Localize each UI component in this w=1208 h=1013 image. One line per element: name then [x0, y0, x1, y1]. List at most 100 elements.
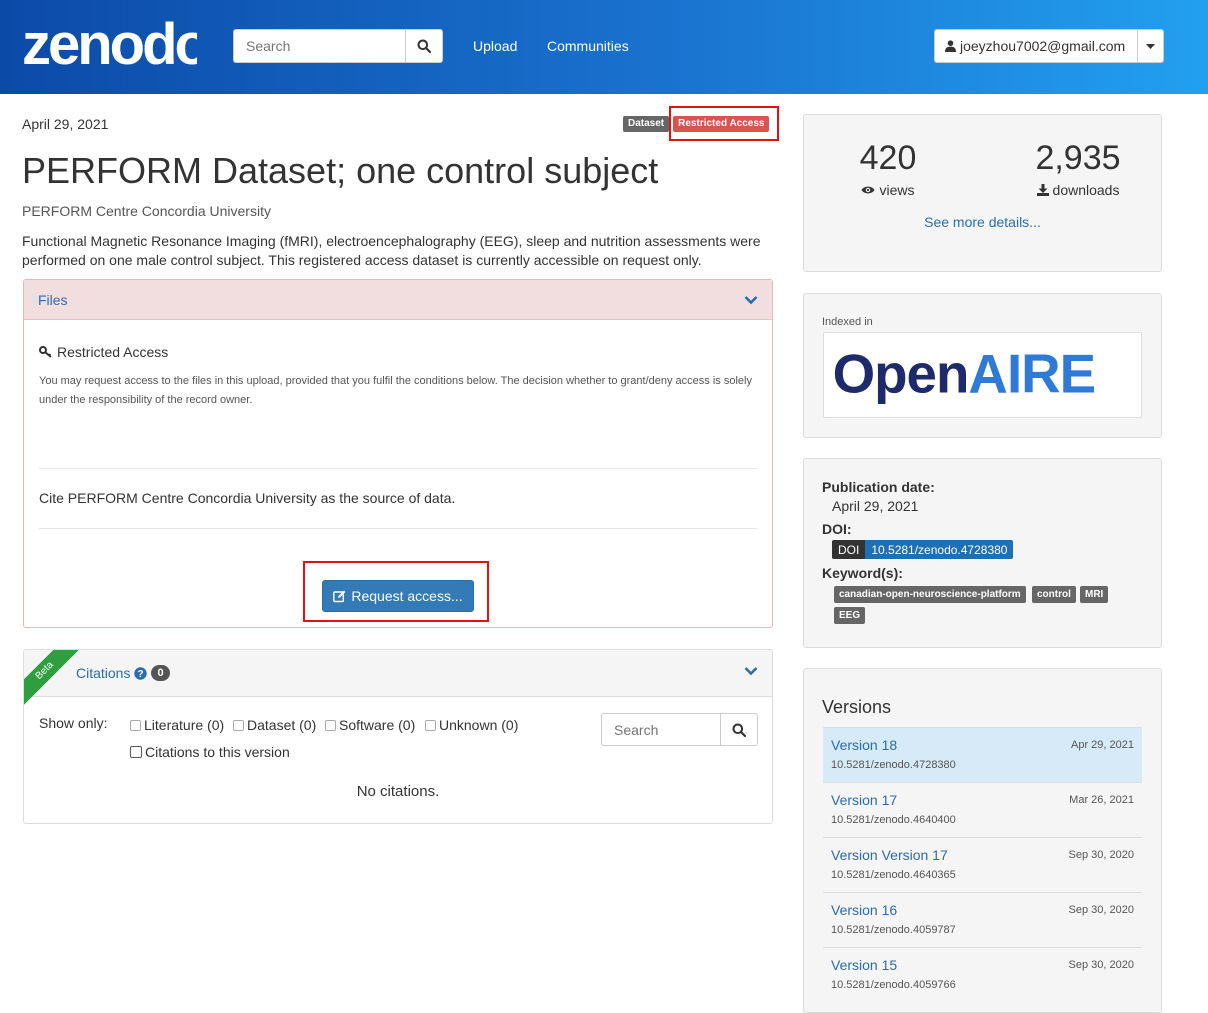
filter-software[interactable]: Software (0) — [325, 717, 415, 733]
citations-panel-header[interactable]: Beta Citations ? 0 — [24, 650, 772, 710]
keyword-badge[interactable]: MRI — [1080, 586, 1109, 603]
files-heading[interactable]: Files — [38, 292, 68, 308]
openaire-logo[interactable]: OpenAIRE — [823, 332, 1142, 418]
citations-search — [601, 713, 758, 746]
keywords-label: Keyword(s): — [822, 565, 903, 581]
version-doi: 10.5281/zenodo.4059787 — [831, 924, 956, 936]
help-icon[interactable]: ? — [134, 666, 148, 680]
version-doi: 10.5281/zenodo.4640365 — [831, 869, 956, 881]
version-date: Sep 30, 2020 — [1068, 849, 1134, 861]
svg-text:OpenAIRE: OpenAIRE — [833, 343, 1096, 405]
stats-box: 420 views 2,935 downloads See more detai… — [803, 114, 1162, 272]
no-citations-message: No citations. — [356, 783, 440, 800]
keyword-badge[interactable]: control — [1032, 586, 1076, 603]
highlight-annotation — [669, 106, 779, 141]
downloads-count: 2,935 — [1035, 139, 1121, 177]
search-icon — [417, 39, 431, 53]
search-icon — [732, 723, 746, 737]
nav-communities-link[interactable]: Communities — [547, 38, 629, 54]
filter-dataset[interactable]: Dataset (0) — [233, 717, 316, 733]
version-link[interactable]: Version 17 — [831, 792, 897, 808]
keyword-badge[interactable]: canadian-open-neuroscience-platform — [834, 586, 1026, 603]
version-date: Sep 30, 2020 — [1068, 959, 1134, 971]
header-search — [233, 29, 443, 63]
zenodo-logo[interactable]: zenodo — [22, 8, 197, 78]
version-row[interactable]: Version 15 Sep 30, 2020 10.5281/zenodo.4… — [823, 947, 1142, 1002]
key-icon — [39, 346, 52, 358]
citations-heading: Citations — [76, 665, 131, 681]
show-only-label: Show only: — [39, 715, 108, 731]
citations-title[interactable]: Citations ? 0 — [76, 665, 170, 681]
chevron-down-icon[interactable] — [744, 295, 758, 305]
search-button[interactable] — [405, 29, 443, 63]
doi-badge-prefix: DOI — [832, 540, 866, 559]
version-link[interactable]: Version 15 — [831, 957, 897, 973]
checkbox[interactable] — [233, 719, 244, 731]
user-icon — [945, 40, 956, 52]
divider — [39, 528, 757, 529]
checkbox[interactable] — [130, 746, 142, 758]
version-link[interactable]: Version 18 — [831, 737, 897, 753]
citation-count-badge: 0 — [151, 665, 170, 681]
user-menu: joeyzhou7002@gmail.com — [934, 29, 1165, 63]
record-date: April 29, 2021 — [22, 116, 109, 132]
svg-text:?: ? — [138, 669, 144, 680]
indexed-in-box: Indexed in OpenAIRE — [803, 293, 1162, 438]
keyword-badge[interactable]: EEG — [834, 607, 866, 624]
views-count: 420 — [859, 139, 917, 177]
indexed-in-label: Indexed in — [822, 316, 873, 328]
citations-search-button[interactable] — [720, 713, 758, 746]
version-link[interactable]: Version 16 — [831, 902, 897, 918]
version-date: Mar 26, 2021 — [1069, 794, 1134, 806]
publication-date-value: April 29, 2021 — [832, 498, 919, 514]
nav-upload-link[interactable]: Upload — [473, 38, 517, 54]
record-description: Functional Magnetic Resonance Imaging (f… — [22, 233, 761, 268]
filter-literature[interactable]: Literature (0) — [130, 717, 224, 733]
access-conditions: Cite PERFORM Centre Concordia University… — [39, 490, 456, 506]
search-input[interactable] — [233, 29, 405, 63]
user-email: joeyzhou7002@gmail.com — [960, 38, 1126, 54]
citations-search-input[interactable] — [601, 713, 720, 746]
restricted-access-title: Restricted Access — [39, 344, 168, 360]
caret-down-icon — [1146, 43, 1156, 49]
checkbox-label: Dataset (0) — [247, 717, 317, 733]
filter-this-version[interactable]: Citations to this version — [130, 744, 290, 760]
version-date: Apr 29, 2021 — [1071, 739, 1134, 751]
version-doi: 10.5281/zenodo.4640400 — [831, 814, 956, 826]
citations-panel: Beta Citations ? 0 Show only: Literature… — [23, 649, 773, 824]
top-navbar: zenodo Upload Communities joeyzhou7002@g… — [0, 0, 1208, 94]
doi-badge[interactable]: DOI 10.5281/zenodo.4728380 — [832, 540, 1014, 559]
views-stat: 420 views — [848, 139, 928, 198]
checkbox-label: Software (0) — [339, 717, 416, 733]
page-title: PERFORM Dataset; one control subject — [22, 150, 659, 191]
version-row[interactable]: Version 18 Apr 29, 2021 10.5281/zenodo.4… — [823, 727, 1142, 782]
checkbox[interactable] — [325, 719, 336, 731]
download-icon — [1036, 184, 1049, 196]
resource-type-badge: Dataset — [623, 116, 670, 132]
filter-unknown[interactable]: Unknown (0) — [425, 717, 518, 733]
version-row[interactable]: Version Version 17 Sep 30, 2020 10.5281/… — [823, 837, 1142, 892]
versions-box: Versions Version 18 Apr 29, 2021 10.5281… — [803, 668, 1162, 1013]
files-panel-header[interactable]: Files — [24, 280, 772, 320]
checkbox-label: Citations to this version — [145, 744, 290, 760]
user-account-button[interactable]: joeyzhou7002@gmail.com — [934, 29, 1139, 63]
metadata-box: Publication date: April 29, 2021 DOI: DO… — [803, 458, 1162, 648]
version-row[interactable]: Version 16 Sep 30, 2020 10.5281/zenodo.4… — [823, 892, 1142, 947]
downloads-stat: 2,935 downloads — [1028, 139, 1128, 198]
publication-date-label: Publication date: — [822, 479, 935, 495]
checkbox[interactable] — [130, 719, 141, 731]
version-doi: 10.5281/zenodo.4728380 — [831, 759, 956, 771]
see-more-details-link[interactable]: See more details... — [804, 214, 1161, 230]
checkbox-label: Unknown (0) — [439, 717, 519, 733]
beta-ribbon: Beta — [24, 650, 84, 710]
checkbox[interactable] — [425, 719, 436, 731]
user-dropdown-toggle[interactable] — [1138, 29, 1165, 63]
restricted-access-text: You may request access to the files in t… — [39, 375, 752, 406]
chevron-down-icon[interactable] — [744, 666, 758, 676]
version-date: Sep 30, 2020 — [1068, 904, 1134, 916]
version-row[interactable]: Version 17 Mar 26, 2021 10.5281/zenodo.4… — [823, 782, 1142, 837]
checkbox-label: Literature (0) — [144, 717, 225, 733]
version-link[interactable]: Version Version 17 — [831, 847, 948, 863]
versions-title: Versions — [822, 697, 892, 717]
version-doi: 10.5281/zenodo.4059766 — [831, 979, 956, 991]
